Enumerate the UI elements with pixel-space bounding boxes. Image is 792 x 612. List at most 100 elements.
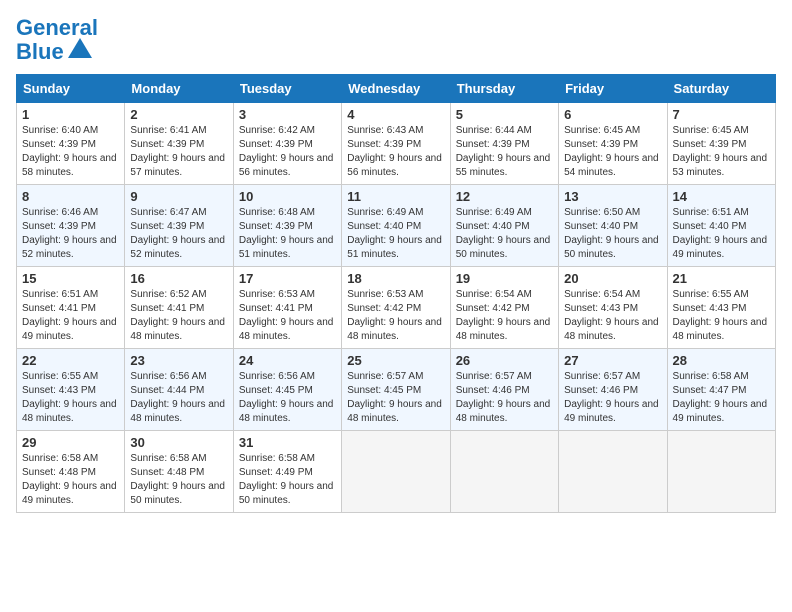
calendar-cell: 27 Sunrise: 6:57 AMSunset: 4:46 PMDayligh… (559, 349, 667, 431)
calendar-cell (450, 431, 558, 513)
cell-sun-info: Sunrise: 6:54 AMSunset: 4:43 PMDaylight:… (564, 288, 661, 344)
day-number: 19 (456, 271, 553, 286)
calendar-cell: 26Sunrise: 6:57 AMSunset: 4:46 PMDayligh… (450, 349, 558, 431)
day-number: 13 (564, 189, 661, 204)
calendar-cell: 31 Sunrise: 6:58 AMSunset: 4:49 PMDayligh… (233, 431, 341, 513)
day-number: 15 (22, 271, 119, 286)
calendar-table: SundayMondayTuesdayWednesdayThursdayFrid… (16, 74, 776, 513)
cell-sun-info: Sunrise: 6:49 AMSunset: 4:40 PMDaylight:… (347, 206, 444, 262)
week-row-1: 1 Sunrise: 6:40 AMSunset: 4:39 PMDaylight… (17, 103, 776, 185)
day-number: 14 (673, 189, 770, 204)
day-number: 6 (564, 107, 661, 122)
calendar-cell: 6 Sunrise: 6:45 AMSunset: 4:39 PMDaylight… (559, 103, 667, 185)
day-number: 11 (347, 189, 444, 204)
cell-sun-info: Sunrise: 6:51 AMSunset: 4:41 PMDaylight:… (22, 288, 119, 344)
col-header-saturday: Saturday (667, 75, 775, 103)
calendar-cell: 2 Sunrise: 6:41 AMSunset: 4:39 PMDaylight… (125, 103, 233, 185)
calendar-cell: 25Sunrise: 6:57 AMSunset: 4:45 PMDayligh… (342, 349, 450, 431)
day-number: 17 (239, 271, 336, 286)
day-number: 27 (564, 353, 661, 368)
cell-sun-info: Sunrise: 6:44 AMSunset: 4:39 PMDaylight:… (456, 124, 553, 180)
calendar-cell: 9 Sunrise: 6:47 AMSunset: 4:39 PMDaylight… (125, 185, 233, 267)
cell-sun-info: Sunrise: 6:46 AMSunset: 4:39 PMDaylight:… (22, 206, 119, 262)
calendar-cell: 23 Sunrise: 6:56 AMSunset: 4:44 PMDayligh… (125, 349, 233, 431)
calendar-cell (559, 431, 667, 513)
cell-sun-info: Sunrise: 6:53 AMSunset: 4:42 PMDaylight:… (347, 288, 444, 344)
col-header-monday: Monday (125, 75, 233, 103)
calendar-cell: 19 Sunrise: 6:54 AMSunset: 4:42 PMDayligh… (450, 267, 558, 349)
calendar-cell: 11 Sunrise: 6:49 AMSunset: 4:40 PMDayligh… (342, 185, 450, 267)
calendar-cell: 5 Sunrise: 6:44 AMSunset: 4:39 PMDaylight… (450, 103, 558, 185)
week-row-5: 29 Sunrise: 6:58 AMSunset: 4:48 PMDayligh… (17, 431, 776, 513)
day-number: 24 (239, 353, 336, 368)
day-number: 2 (130, 107, 227, 122)
cell-sun-info: Sunrise: 6:42 AMSunset: 4:39 PMDaylight:… (239, 124, 336, 180)
day-number: 30 (130, 435, 227, 450)
day-number: 28 (673, 353, 770, 368)
cell-sun-info: Sunrise: 6:45 AMSunset: 4:39 PMDaylight:… (564, 124, 661, 180)
cell-sun-info: Sunrise: 6:55 AMSunset: 4:43 PMDaylight:… (22, 370, 119, 426)
day-number: 31 (239, 435, 336, 450)
calendar-cell: 12 Sunrise: 6:49 AMSunset: 4:40 PMDayligh… (450, 185, 558, 267)
day-number: 23 (130, 353, 227, 368)
col-header-wednesday: Wednesday (342, 75, 450, 103)
cell-sun-info: Sunrise: 6:47 AMSunset: 4:39 PMDaylight:… (130, 206, 227, 262)
day-number: 29 (22, 435, 119, 450)
logo-text2: Blue (16, 40, 64, 64)
calendar-cell (342, 431, 450, 513)
day-number: 25 (347, 353, 444, 368)
calendar-cell: 14 Sunrise: 6:51 AMSunset: 4:40 PMDayligh… (667, 185, 775, 267)
cell-sun-info: Sunrise: 6:51 AMSunset: 4:40 PMDaylight:… (673, 206, 770, 262)
cell-sun-info: Sunrise: 6:55 AMSunset: 4:43 PMDaylight:… (673, 288, 770, 344)
day-number: 18 (347, 271, 444, 286)
calendar-cell: 15 Sunrise: 6:51 AMSunset: 4:41 PMDayligh… (17, 267, 125, 349)
day-number: 10 (239, 189, 336, 204)
calendar-cell: 8 Sunrise: 6:46 AMSunset: 4:39 PMDaylight… (17, 185, 125, 267)
calendar-cell: 30 Sunrise: 6:58 AMSunset: 4:48 PMDayligh… (125, 431, 233, 513)
day-number: 21 (673, 271, 770, 286)
cell-sun-info: Sunrise: 6:54 AMSunset: 4:42 PMDaylight:… (456, 288, 553, 344)
day-number: 1 (22, 107, 119, 122)
calendar-cell: 13 Sunrise: 6:50 AMSunset: 4:40 PMDayligh… (559, 185, 667, 267)
day-number: 9 (130, 189, 227, 204)
calendar-cell (667, 431, 775, 513)
cell-sun-info: Sunrise: 6:41 AMSunset: 4:39 PMDaylight:… (130, 124, 227, 180)
week-row-4: 22 Sunrise: 6:55 AMSunset: 4:43 PMDayligh… (17, 349, 776, 431)
day-number: 5 (456, 107, 553, 122)
cell-sun-info: Sunrise: 6:57 AMSunset: 4:46 PMDaylight:… (456, 370, 553, 426)
calendar-cell: 22 Sunrise: 6:55 AMSunset: 4:43 PMDayligh… (17, 349, 125, 431)
col-header-tuesday: Tuesday (233, 75, 341, 103)
day-number: 22 (22, 353, 119, 368)
cell-sun-info: Sunrise: 6:48 AMSunset: 4:39 PMDaylight:… (239, 206, 336, 262)
calendar-cell: 29Sunrise: 6:58 AMSunset: 4:48 PMDayligh… (17, 431, 125, 513)
calendar-cell: 20Sunrise: 6:54 AMSunset: 4:43 PMDayligh… (559, 267, 667, 349)
cell-sun-info: Sunrise: 6:56 AMSunset: 4:44 PMDaylight:… (130, 370, 227, 426)
cell-sun-info: Sunrise: 6:45 AMSunset: 4:39 PMDaylight:… (673, 124, 770, 180)
logo-icon (66, 36, 94, 64)
cell-sun-info: Sunrise: 6:43 AMSunset: 4:39 PMDaylight:… (347, 124, 444, 180)
cell-sun-info: Sunrise: 6:50 AMSunset: 4:40 PMDaylight:… (564, 206, 661, 262)
day-number: 12 (456, 189, 553, 204)
calendar-cell: 28 Sunrise: 6:58 AMSunset: 4:47 PMDayligh… (667, 349, 775, 431)
cell-sun-info: Sunrise: 6:58 AMSunset: 4:47 PMDaylight:… (673, 370, 770, 426)
page-header: General Blue (16, 16, 776, 64)
cell-sun-info: Sunrise: 6:40 AMSunset: 4:39 PMDaylight:… (22, 124, 119, 180)
cell-sun-info: Sunrise: 6:58 AMSunset: 4:49 PMDaylight:… (239, 452, 336, 508)
header-row: SundayMondayTuesdayWednesdayThursdayFrid… (17, 75, 776, 103)
cell-sun-info: Sunrise: 6:57 AMSunset: 4:46 PMDaylight:… (564, 370, 661, 426)
col-header-friday: Friday (559, 75, 667, 103)
calendar-cell: 10 Sunrise: 6:48 AMSunset: 4:39 PMDayligh… (233, 185, 341, 267)
day-number: 8 (22, 189, 119, 204)
calendar-cell: 18 Sunrise: 6:53 AMSunset: 4:42 PMDayligh… (342, 267, 450, 349)
day-number: 4 (347, 107, 444, 122)
cell-sun-info: Sunrise: 6:49 AMSunset: 4:40 PMDaylight:… (456, 206, 553, 262)
day-number: 16 (130, 271, 227, 286)
cell-sun-info: Sunrise: 6:58 AMSunset: 4:48 PMDaylight:… (130, 452, 227, 508)
calendar-cell: 7 Sunrise: 6:45 AMSunset: 4:39 PMDaylight… (667, 103, 775, 185)
col-header-sunday: Sunday (17, 75, 125, 103)
day-number: 3 (239, 107, 336, 122)
calendar-cell: 3 Sunrise: 6:42 AMSunset: 4:39 PMDaylight… (233, 103, 341, 185)
week-row-3: 15 Sunrise: 6:51 AMSunset: 4:41 PMDayligh… (17, 267, 776, 349)
day-number: 7 (673, 107, 770, 122)
calendar-cell: 24Sunrise: 6:56 AMSunset: 4:45 PMDayligh… (233, 349, 341, 431)
